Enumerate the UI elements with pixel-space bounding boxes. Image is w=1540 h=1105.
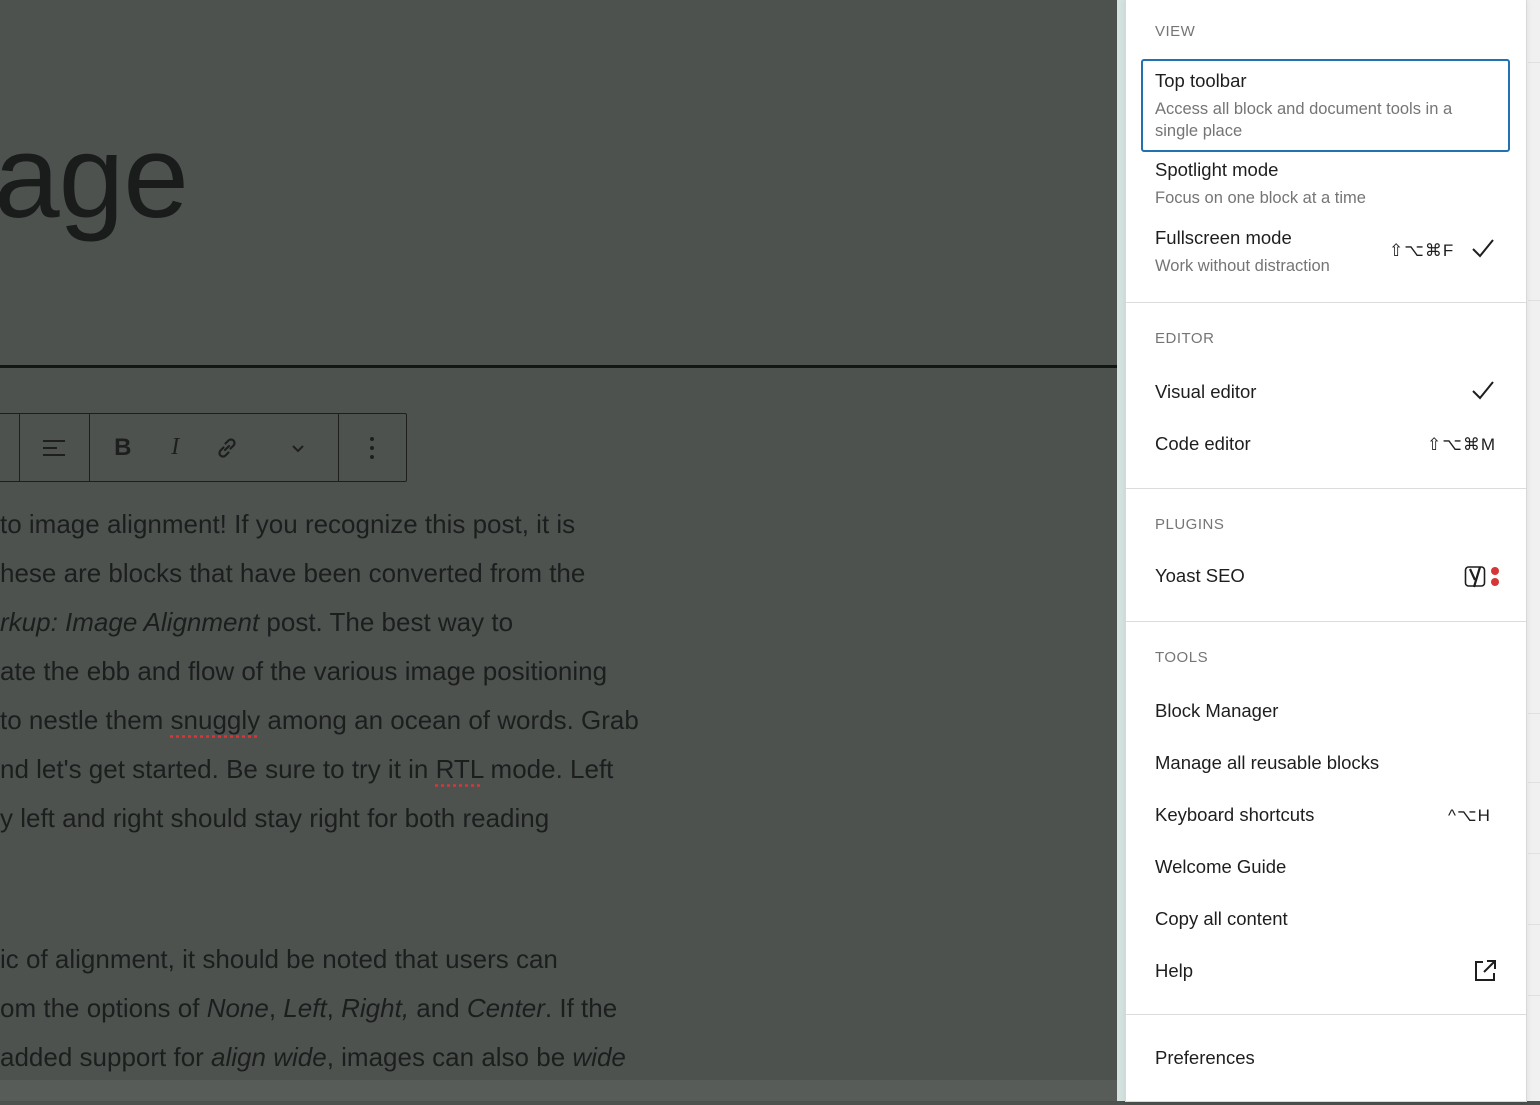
menu-group-plugins: PLUGINS Yoast SEO [1126, 489, 1526, 622]
menu-item-visual-editor[interactable]: Visual editor [1141, 381, 1510, 409]
divider [1528, 300, 1540, 301]
separator-block [0, 365, 1117, 368]
paragraph-line: nd let's get started. Be sure to try it … [0, 754, 614, 784]
external-link-icon [1475, 960, 1496, 981]
paragraph-block[interactable]: ic of alignment, it should be noted that… [0, 935, 626, 1082]
menu-item-description: Focus on one block at a time [1155, 189, 1366, 207]
paragraph-line: ic of alignment, it should be noted that… [0, 944, 558, 974]
paragraph-line: to nestle them snuggly among an ocean of… [0, 705, 639, 735]
spelling-error: snuggly [170, 705, 261, 735]
paragraph-line: rkup: Image Alignment post. The best way… [0, 607, 514, 637]
menu-item-label: Copy all content [1155, 908, 1288, 929]
keyboard-shortcut: ⇧⌥⌘M [1427, 435, 1496, 454]
bold-button[interactable]: B [90, 414, 155, 481]
italic-icon: I [171, 434, 180, 460]
menu-group-label: TOOLS [1155, 649, 1209, 666]
menu-item-label: Manage all reusable blocks [1155, 752, 1380, 773]
menu-item-code-editor[interactable]: Code editor ⇧⌥⌘M [1141, 433, 1510, 461]
paragraph-line: added support for align wide, images can… [0, 1042, 626, 1072]
menu-item-preferences[interactable]: Preferences [1141, 1047, 1510, 1075]
editor-footer [0, 1080, 1117, 1101]
options-menu: VIEW Top toolbar Access all block and do… [1125, 0, 1527, 1102]
block-type-button[interactable] [0, 414, 19, 481]
yoast-icon [1464, 566, 1499, 588]
keyboard-shortcut: ⇧⌥⌘F [1389, 241, 1455, 260]
divider [1528, 713, 1540, 714]
divider [1528, 924, 1540, 925]
paragraph-line: ate the ebb and flow of the various imag… [0, 656, 608, 686]
menu-item-welcome-guide[interactable]: Welcome Guide [1141, 856, 1510, 884]
menu-item-label: Spotlight mode [1155, 159, 1279, 180]
link-icon [218, 437, 236, 458]
menu-group-label: PLUGINS [1155, 516, 1225, 533]
menu-group-label: EDITOR [1155, 330, 1215, 347]
menu-item-label: Welcome Guide [1155, 856, 1287, 877]
menu-item-block-manager[interactable]: Block Manager [1141, 700, 1510, 728]
menu-group-preferences: Preferences [1126, 1015, 1526, 1105]
menu-item-keyboard-shortcuts[interactable]: Keyboard shortcuts ^⌥H [1141, 804, 1510, 832]
menu-item-label: Help [1155, 960, 1194, 981]
chevron-down-icon [292, 444, 304, 452]
menu-item-help[interactable]: Help [1141, 960, 1510, 988]
menu-group-label: VIEW [1155, 23, 1196, 40]
more-options-icon [370, 436, 375, 459]
paragraph-line: to image alignment! If you recognize thi… [0, 509, 576, 539]
menu-item-label: Block Manager [1155, 700, 1279, 721]
paragraph-block[interactable]: to image alignment! If you recognize thi… [0, 500, 639, 843]
menu-item-label: Yoast SEO [1155, 565, 1245, 586]
menu-item-fullscreen-mode[interactable]: Fullscreen mode Work without distraction… [1141, 227, 1510, 279]
menu-item-label: Preferences [1155, 1047, 1255, 1068]
menu-item-manage-reusable-blocks[interactable]: Manage all reusable blocks [1141, 752, 1510, 780]
menu-group-view: VIEW Top toolbar Access all block and do… [1126, 0, 1526, 303]
spelling-error: RTL [435, 754, 484, 784]
block-options-button[interactable] [339, 414, 406, 481]
menu-item-yoast-seo[interactable]: Yoast SEO [1141, 565, 1510, 593]
menu-item-description: Work without distraction [1155, 257, 1330, 275]
paragraph-line: y left and right should stay right for b… [0, 803, 550, 833]
link-button[interactable] [195, 414, 258, 481]
divider [1528, 853, 1540, 854]
align-button[interactable] [20, 414, 89, 481]
paragraph-line: om the options of None, Left, Right, and… [0, 993, 618, 1023]
italic-button[interactable]: I [155, 414, 195, 481]
editor-canvas: age B I to image alignment! If you recog… [0, 0, 1117, 1101]
bold-icon: B [114, 433, 132, 461]
menu-item-top-toolbar[interactable]: Top toolbar Access all block and documen… [1141, 59, 1510, 152]
post-title[interactable]: age [0, 118, 189, 236]
divider [1528, 782, 1540, 783]
checkmark-icon [1472, 381, 1494, 400]
menu-item-copy-all-content[interactable]: Copy all content [1141, 908, 1510, 936]
block-toolbar: B I [0, 413, 407, 482]
more-rich-text-button[interactable] [258, 414, 337, 481]
paragraph-line: hese are blocks that have been converted… [0, 558, 586, 588]
menu-item-label: Fullscreen mode [1155, 227, 1292, 248]
menu-item-spotlight-mode[interactable]: Spotlight mode Focus on one block at a t… [1141, 159, 1510, 209]
keyboard-shortcut: ^⌥H [1448, 806, 1491, 825]
menu-group-tools: TOOLS Block Manager Manage all reusable … [1126, 622, 1526, 1015]
checkmark-icon [1472, 239, 1494, 258]
align-left-icon [43, 439, 66, 456]
divider [1528, 995, 1540, 996]
divider [1528, 62, 1540, 63]
menu-group-editor: EDITOR Visual editor Code editor ⇧⌥⌘M [1126, 303, 1526, 489]
menu-item-label: Visual editor [1155, 381, 1257, 402]
menu-item-description: Access all block and document tools in a… [1155, 100, 1453, 140]
menu-item-label: Top toolbar [1155, 70, 1247, 91]
